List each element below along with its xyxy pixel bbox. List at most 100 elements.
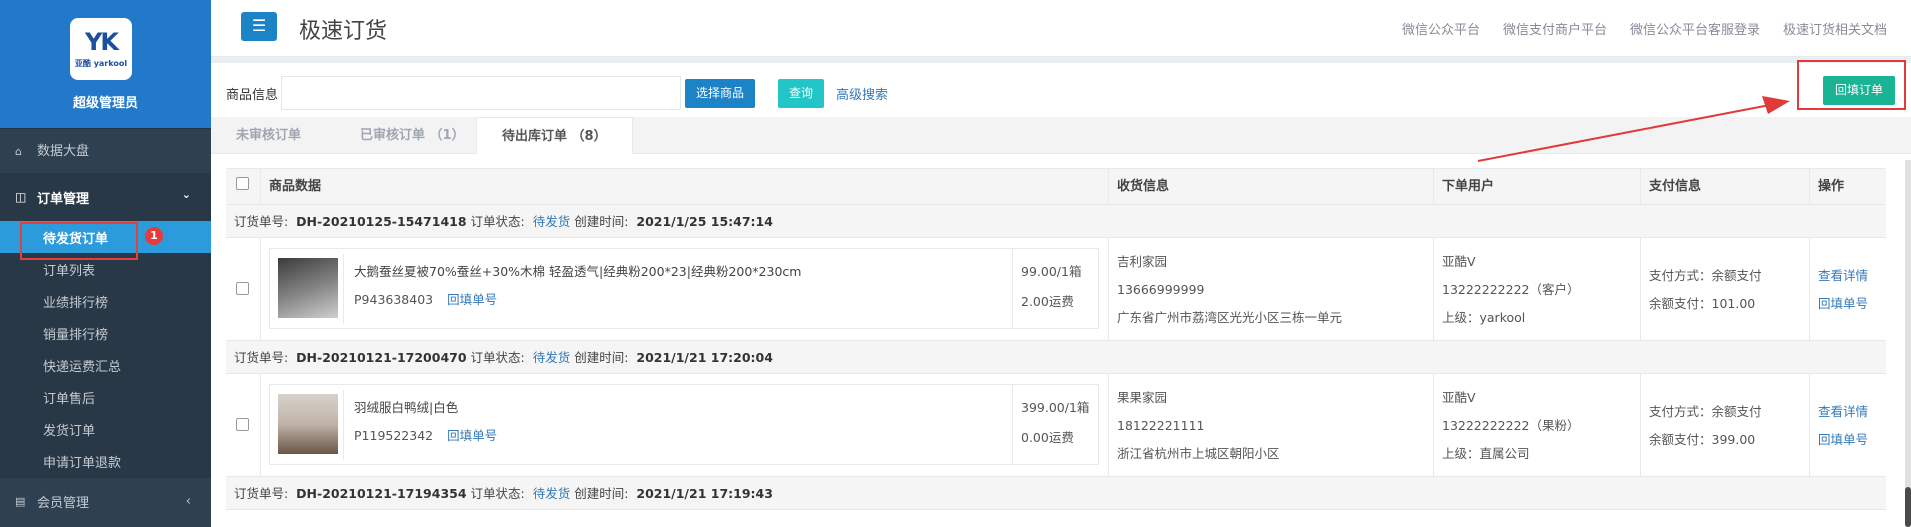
user-cell: 亚酷V 13222222222（果粉） 上级：直属公司 [1433,374,1640,477]
scrollbar-thumb[interactable] [1905,487,1911,527]
admin-name[interactable]: 超级管理员 [0,92,211,111]
link-wechat-service[interactable]: 微信公众平台客服登录 [1630,19,1760,38]
sidebar-item-performance-rank[interactable]: 业绩排行榜 [0,285,211,317]
sidebar-item-freight-summary[interactable]: 快递运费汇总 [0,349,211,381]
sidebar-item-sales-rank[interactable]: 销量排行榜 [0,317,211,349]
page-scrollbar[interactable] [1905,160,1911,527]
nav-dashboard[interactable]: ⌂ 数据大盘 [0,128,211,173]
shipping-cell: 吉利家园 13666999999 广东省广州市荔湾区光光小区三栋一单元 [1108,238,1433,341]
nav-member-management[interactable]: ▤ 会员管理 ‹ [0,477,211,525]
sidebar-item-label: 快递运费汇总 [43,359,122,375]
row-checkbox-cell [226,374,260,477]
product-code-line: P943638403 回填单号 [354,289,497,308]
query-button[interactable]: 查询 [778,78,825,108]
menu-toggle-button[interactable]: ☰ [241,12,277,41]
created-time: 2021/1/25 15:47:14 [636,214,773,229]
refill-tracking-action[interactable]: 回填单号 [1818,426,1868,454]
payment-amount: 余额支付：101.00 [1649,296,1756,311]
refill-order-button[interactable]: 回填订单 [1823,76,1896,105]
bar-chart-icon: ▤ [15,495,26,508]
tab-pending-outbound[interactable]: 待出库订单 （8） [476,117,633,155]
header-checkbox-cell [226,169,260,205]
link-wechat-official[interactable]: 微信公众平台 [1402,19,1480,38]
user-name: 亚酷V [1442,390,1476,405]
search-row: 商品信息 选择商品 查询 高级搜索 [226,76,888,110]
row-checkbox-cell [226,238,260,341]
view-details-link[interactable]: 查看详情 [1818,398,1868,426]
select-all-checkbox[interactable] [236,177,249,190]
order-tabs: 未审核订单 已审核订单 （1） 待出库订单 （8） [211,117,1911,155]
home-icon: ⌂ [15,144,22,158]
order-no: DH-20210125-15471418 [296,214,467,229]
order-no-label: 订货单号: [234,350,289,365]
product-search-input[interactable] [281,76,682,110]
product-price: 99.00/1箱 [1021,264,1082,279]
product-code-line: P119522342 回填单号 [354,425,497,444]
top-links: 微信公众平台 微信支付商户平台 微信公众平台客服登录 极速订货相关文档 [1402,19,1887,38]
advanced-search-link[interactable]: 高级搜索 [836,84,888,103]
order-status-label: 订单状态: [470,486,525,501]
link-docs[interactable]: 极速订货相关文档 [1783,19,1887,38]
refill-tracking-link[interactable]: 回填单号 [447,292,497,307]
product-name: 大鹅蚕丝夏被70%蚕丝+30%木棉 轻盈透气|经典粉200*23|经典粉200*… [354,264,802,279]
product-price: 399.00/1箱 [1021,400,1090,415]
table-row: 大鹅蚕丝夏被70%蚕丝+30%木棉 轻盈透气|经典粉200*23|经典粉200*… [226,238,1886,341]
user-cell: 亚酷V 13222222222（客户） 上级：yarkool [1433,238,1640,341]
receiver-name: 吉利家园 [1117,254,1168,269]
price-cell: 99.00/1箱 2.00运费 [1012,249,1081,328]
orders-table: 商品数据 收货信息 下单用户 支付信息 操作 订货单号: DH-20210125… [226,168,1886,510]
highlight-box [20,222,138,260]
product-cell: 羽绒服白鸭绒|白色 P119522342 回填单号 399.00/1箱 0.00运… [260,374,1108,477]
product-image [278,258,338,318]
product-box: 大鹅蚕丝夏被70%蚕丝+30%木棉 轻盈透气|经典粉200*23|经典粉200*… [269,248,1099,329]
sidebar-item-label: 订单售后 [43,391,96,407]
sidebar-item-after-sales[interactable]: 订单售后 [0,381,211,413]
price-cell: 399.00/1箱 0.00运费 [1012,385,1089,464]
payment-cell: 支付方式：余额支付 余额支付：101.00 [1640,238,1809,341]
product-freight: 0.00运费 [1021,430,1074,445]
col-header-actions: 操作 [1809,169,1844,205]
receiver-phone: 18122221111 [1117,418,1205,433]
receiver-name: 果果家园 [1117,390,1168,405]
sidebar-item-label: 业绩排行榜 [43,295,109,311]
link-wechat-pay[interactable]: 微信支付商户平台 [1503,19,1607,38]
main-content: 商品信息 选择商品 查询 高级搜索 回填订单 未审核订单 已审核订单 （1） 待… [211,60,1911,527]
product-info-label: 商品信息 [226,87,279,103]
sidebar-item-refund-request[interactable]: 申请订单退款 [0,445,211,477]
payment-method: 支付方式：余额支付 [1649,268,1762,283]
product-code: P943638403 [354,292,434,307]
payment-method: 支付方式：余额支付 [1649,404,1762,419]
row-checkbox[interactable] [236,282,249,295]
refill-tracking-action[interactable]: 回填单号 [1818,290,1868,318]
sidebar-item-shipped-orders[interactable]: 发货订单 [0,413,211,445]
order-no-label: 订货单号: [234,214,289,229]
refill-tracking-link[interactable]: 回填单号 [447,428,497,443]
product-freight: 2.00运费 [1021,294,1074,309]
created-label: 创建时间: [574,486,629,501]
chevron-down-icon: ⌄ [181,188,191,201]
product-cell: 大鹅蚕丝夏被70%蚕丝+30%木棉 轻盈透气|经典粉200*23|经典粉200*… [260,238,1108,341]
select-product-button[interactable]: 选择商品 [685,78,756,108]
order-status-label: 订单状态: [470,214,525,229]
sidebar-item-label: 发货订单 [43,423,96,439]
tab-reviewed[interactable]: 已审核订单 （1） [335,117,490,154]
nav-order-management[interactable]: ◫ 订单管理 ⌄ [0,173,211,221]
order-header: 订货单号: DH-20210121-17200470 订单状态: 待发货 创建时… [226,341,1886,374]
created-label: 创建时间: [574,350,629,365]
receiver-address: 浙江省杭州市上城区朝阳小区 [1117,446,1280,461]
yarkool-logo: YK 亚酷 yarkool [70,18,132,80]
row-checkbox[interactable] [236,418,249,431]
top-bar: ☰ 极速订货 微信公众平台 微信支付商户平台 微信公众平台客服登录 极速订货相关… [211,0,1911,57]
nav-member-label: 会员管理 [37,496,90,511]
page-title: 极速订货 [299,19,388,44]
col-header-shipping: 收货信息 [1108,169,1169,205]
tab-unreviewed[interactable]: 未审核订单 [211,117,326,154]
order-status-label: 订单状态: [470,350,525,365]
sidebar-item-pending-shipment[interactable]: 待发货订单 1 [0,221,211,260]
view-details-link[interactable]: 查看详情 [1818,262,1868,290]
table-row: 羽绒服白鸭绒|白色 P119522342 回填单号 399.00/1箱 0.00运… [226,374,1886,477]
sidebar-item-label: 订单列表 [43,263,96,279]
created-time: 2021/1/21 17:19:43 [636,486,773,501]
user-name: 亚酷V [1442,254,1476,269]
sidebar-item-label: 销量排行榜 [43,327,109,343]
